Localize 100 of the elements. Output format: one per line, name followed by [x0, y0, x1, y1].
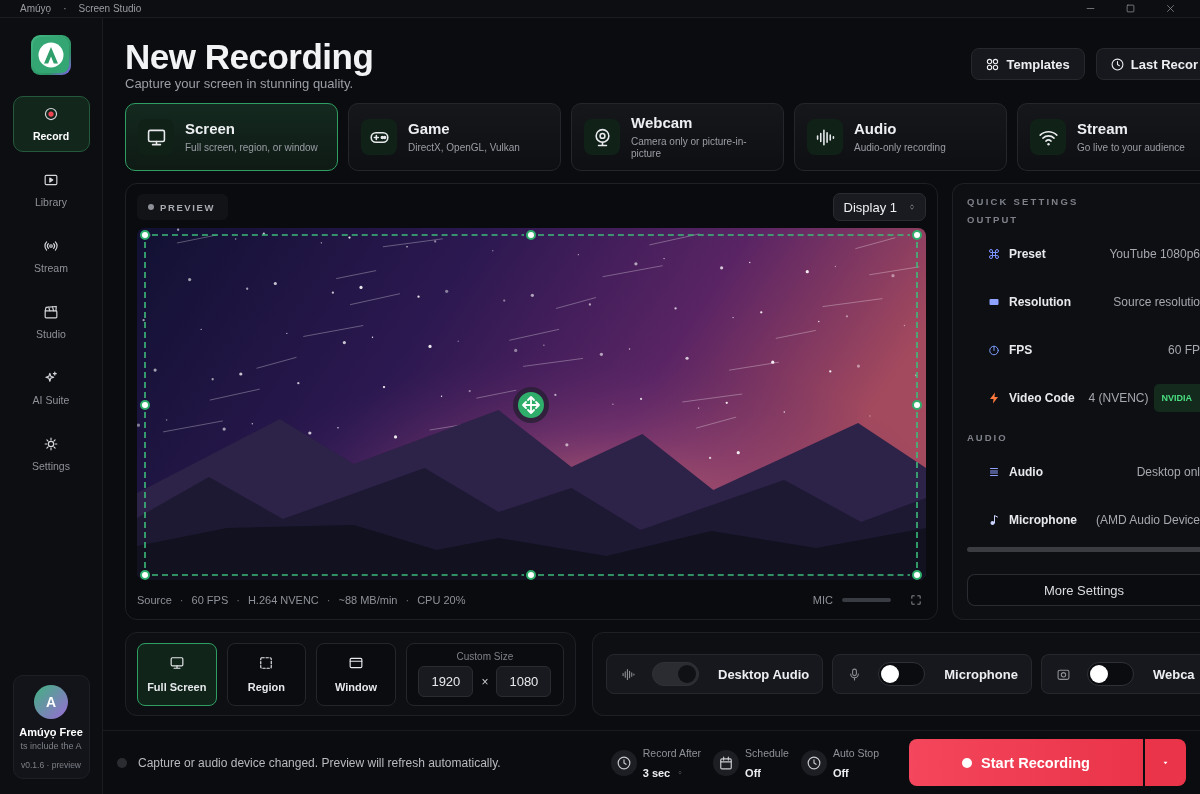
resize-handle[interactable] — [140, 400, 150, 410]
clock-icon — [610, 749, 637, 776]
nav-item[interactable]: AI Suite — [12, 360, 90, 416]
microphone-icon — [848, 667, 862, 681]
wifi-icon — [1030, 119, 1066, 155]
mode-card[interactable]: Audio Audio-only recording — [794, 103, 1007, 171]
rectangle-icon — [988, 296, 1000, 308]
nav-item[interactable]: Stream — [12, 228, 90, 284]
mode-card[interactable]: Screen Full screen, region, or window — [125, 103, 338, 171]
app-logo-icon[interactable] — [31, 35, 71, 75]
version-label: v0.1.6 · preview — [21, 760, 81, 770]
mode-card[interactable]: Stream Go live to your audience — [1017, 103, 1200, 171]
setting-value[interactable]: (AMD Audio Device — [1087, 513, 1200, 527]
section-title: Screen Studio — [78, 3, 142, 14]
caret-icon — [1162, 759, 1169, 766]
resize-handle[interactable] — [912, 230, 922, 240]
separator: × — [481, 674, 489, 689]
capture-option[interactable]: Window — [316, 642, 396, 706]
setting-label: Audio — [1009, 465, 1043, 479]
separator: · — [405, 593, 410, 606]
command-icon — [988, 248, 1000, 260]
settings-icon — [44, 436, 58, 451]
stat-label: CPU 20% — [417, 593, 466, 606]
separator: · — [236, 593, 240, 606]
mic-label: MIC — [812, 593, 833, 606]
stat-label: H.264 NVENC — [247, 593, 319, 606]
setting-label: Video Code — [1009, 391, 1075, 405]
clock-icon — [800, 749, 827, 776]
gamepad-icon — [361, 119, 397, 155]
nav-item[interactable]: Studio — [12, 294, 90, 350]
resize-handle[interactable] — [912, 400, 922, 410]
setting-value[interactable]: Desktop onl — [1128, 465, 1200, 479]
display-dropdown[interactable]: Display 1 — [832, 193, 926, 221]
mode-card[interactable]: Game DirectX, OpenGL, Vulkan — [348, 103, 561, 171]
avatar: A — [34, 685, 68, 719]
setting-label: FPS — [1009, 343, 1033, 357]
caret-icon — [909, 203, 915, 211]
nav-item[interactable]: Record — [12, 96, 90, 152]
dashed-square-icon — [259, 655, 274, 670]
mode-card[interactable]: Webcam Camera only or picture-in-picture — [571, 103, 784, 171]
setting-value[interactable]: 4 (NVENC) — [1080, 391, 1149, 405]
toggle-switch[interactable] — [1086, 662, 1134, 686]
height-input[interactable]: 1080 — [496, 666, 552, 697]
timer-button[interactable]: Schedule Off — [713, 746, 789, 779]
more-settings-button[interactable]: More Settings — [967, 574, 1200, 606]
toggle-switch[interactable] — [878, 662, 926, 686]
window-icon — [349, 655, 363, 670]
clock-icon — [1110, 57, 1124, 71]
nav-item[interactable]: Library — [12, 162, 90, 218]
timer-button[interactable]: Auto Stop Off — [800, 746, 879, 779]
list-icon — [988, 466, 1000, 478]
calendar-icon — [713, 749, 740, 776]
timer-button[interactable]: Record After 3 sec — [610, 746, 702, 779]
fullscreen-icon[interactable] — [911, 594, 921, 605]
play-icon — [44, 172, 58, 187]
setting-value[interactable]: Source resolutio — [1105, 295, 1200, 309]
capture-option[interactable]: Region — [226, 642, 307, 706]
toggle-switch[interactable] — [652, 662, 699, 686]
stat-label: 60 FPS — [191, 593, 229, 606]
source-label: Desktop Audio — [718, 666, 810, 682]
preview-label: PREVIEW — [160, 201, 215, 213]
setting-label: Microphone — [1009, 513, 1077, 527]
stat-label: ~88 MB/min — [338, 593, 398, 606]
account-note: ts include the A — [20, 741, 82, 751]
width-input[interactable]: 1920 — [418, 666, 474, 697]
setting-label: Preset — [1009, 247, 1046, 261]
section-heading: AUDIO — [967, 431, 1009, 445]
caret-icon — [678, 769, 683, 776]
record-icon — [44, 106, 58, 121]
status-message: Capture or audio device changed. Preview will refresh automatically. — [138, 755, 501, 770]
gauge-icon — [988, 344, 1000, 356]
setting-label: Resolution — [1009, 295, 1071, 309]
stat-label: Source — [137, 593, 172, 606]
resize-handle[interactable] — [526, 230, 536, 240]
resize-handle[interactable] — [140, 230, 150, 240]
nav-item[interactable]: Settings — [12, 426, 90, 482]
header-button[interactable]: Templates — [971, 48, 1085, 80]
status-dot-icon — [117, 757, 127, 768]
page-title: New Recording — [125, 38, 374, 76]
grid-icon — [986, 57, 1000, 71]
bolt-icon — [988, 392, 1000, 404]
header-button[interactable]: Last Recor — [1095, 48, 1200, 80]
resize-handle[interactable] — [912, 570, 922, 580]
source-label: Microphone — [944, 666, 1018, 682]
music-note-icon — [988, 514, 1000, 526]
separator: · — [326, 593, 331, 606]
scrollbar[interactable] — [967, 547, 1200, 552]
resize-handle[interactable] — [526, 570, 536, 580]
resize-handle[interactable] — [140, 570, 150, 580]
setting-value[interactable]: YouTube 1080p6 — [1101, 247, 1200, 261]
waveform-icon — [807, 119, 843, 155]
capture-option[interactable]: Full Screen — [137, 642, 217, 706]
record-dot-icon — [962, 757, 973, 768]
source-label: Webca — [1152, 666, 1195, 682]
start-recording-button[interactable]: Start Recording — [909, 739, 1143, 786]
sparkles-icon — [44, 370, 58, 385]
section-heading: OUTPUT — [967, 213, 1020, 227]
setting-value[interactable]: 60 FP — [1160, 343, 1200, 357]
clapperboard-icon — [44, 304, 58, 319]
move-icon[interactable] — [513, 387, 549, 423]
